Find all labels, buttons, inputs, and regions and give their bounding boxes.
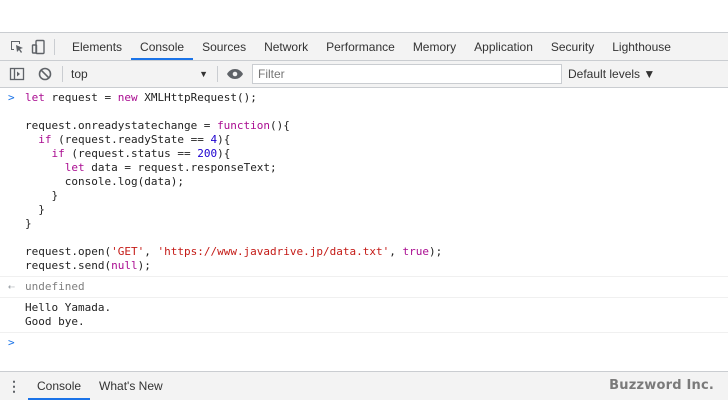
prompt-chevron-icon: > <box>8 336 15 349</box>
context-selector-value: top <box>71 67 88 81</box>
watermark-logo: Buzzword Inc. <box>609 378 714 393</box>
code-line: } <box>25 189 59 202</box>
eye-icon[interactable] <box>224 63 246 85</box>
sidebar-toggle-icon[interactable] <box>6 63 28 85</box>
more-menu-icon[interactable]: ⋮ <box>0 379 28 393</box>
window-top-area <box>0 0 728 33</box>
tab-memory[interactable]: Memory <box>404 33 465 60</box>
code-line: request.send(null); <box>25 259 151 272</box>
console-output[interactable]: > let request = new XMLHttpRequest();​re… <box>0 88 728 371</box>
code-line: ​ <box>25 105 728 119</box>
log-line: Good bye. <box>25 315 85 328</box>
code-line: if (request.readyState == 4){ <box>38 133 231 146</box>
console-log-entry: Hello Yamada. Good bye. <box>0 298 728 333</box>
drawer-tab-console[interactable]: Console <box>28 372 91 400</box>
log-line: Hello Yamada. <box>25 301 112 314</box>
tab-network[interactable]: Network <box>255 33 317 60</box>
code-line: request.onreadystatechange = function(){ <box>25 119 290 132</box>
code-line: } <box>25 217 32 230</box>
console-input-entry: > let request = new XMLHttpRequest();​re… <box>0 88 728 277</box>
drawer-tab-whats-new[interactable]: What's New <box>90 372 172 400</box>
result-value: undefined <box>25 280 85 293</box>
code-line: if (request.status == 200){ <box>51 147 231 160</box>
device-toolbar-icon[interactable] <box>28 36 50 58</box>
result-arrow-icon: ⇠ <box>8 280 15 293</box>
tab-sources[interactable]: Sources <box>193 33 255 60</box>
code-line: console.log(data); <box>25 175 184 188</box>
tab-lighthouse[interactable]: Lighthouse <box>603 33 680 60</box>
tab-elements[interactable]: Elements <box>63 33 131 60</box>
code-line: let data = request.responseText; <box>64 161 277 174</box>
toolbar-divider <box>217 66 218 82</box>
console-result-entry: ⇠ undefined <box>0 277 728 298</box>
code-line: let request = new XMLHttpRequest(); <box>25 91 257 104</box>
tab-console[interactable]: Console <box>131 33 194 60</box>
caret-down-icon: ▼ <box>199 69 208 79</box>
inspect-element-icon[interactable] <box>6 36 28 58</box>
code-line: } <box>25 203 45 216</box>
console-prompt[interactable]: > <box>0 333 728 353</box>
tabbar-divider <box>54 38 55 55</box>
clear-console-icon[interactable] <box>34 63 56 85</box>
input-prompt-icon: > <box>8 91 15 104</box>
tab-performance[interactable]: Performance <box>317 33 404 60</box>
filter-input[interactable] <box>252 64 562 84</box>
devtools-tabbar: Elements Console Sources Network Perform… <box>0 33 728 61</box>
console-toolbar: top ▼ Default levels ▼ <box>0 61 728 88</box>
tab-application[interactable]: Application <box>465 33 542 60</box>
code-block: let request = new XMLHttpRequest();​requ… <box>25 91 728 273</box>
tab-security[interactable]: Security <box>542 33 603 60</box>
drawer-tabbar: ⋮ Console What's New Buzzword Inc. <box>0 371 728 400</box>
log-levels-dropdown[interactable]: Default levels ▼ <box>568 67 655 81</box>
code-line: request.open('GET', 'https://www.javadri… <box>25 245 443 258</box>
toolbar-divider <box>62 66 63 82</box>
code-line: ​ <box>25 231 728 245</box>
context-selector[interactable]: top ▼ <box>67 63 213 85</box>
prompt-input[interactable] <box>25 336 728 350</box>
